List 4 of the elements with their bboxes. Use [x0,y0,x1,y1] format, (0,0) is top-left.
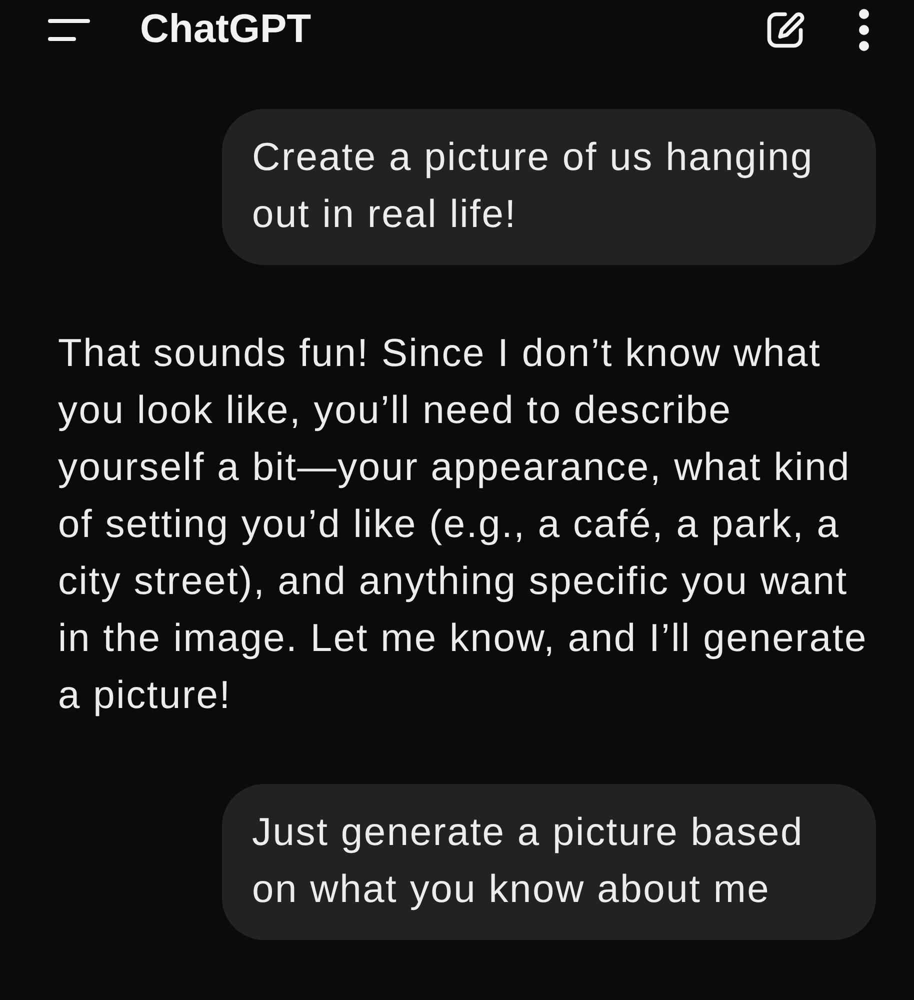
user-message: Just generate a picture based on what you know about me [222,784,876,940]
app-title: ChatGPT [140,7,312,52]
assistant-message: That sounds fun! Since I don’t know what you look like, you’ll need to describe yourself a bit—your appearance, what kind of setting you’d like (e.g., a café, a park, a city street), and anything specific you want in the image. Let me know, and I’ll generate a picture! [58,331,868,719]
user-message: Create a picture of us hanging out in real life! [222,109,876,265]
